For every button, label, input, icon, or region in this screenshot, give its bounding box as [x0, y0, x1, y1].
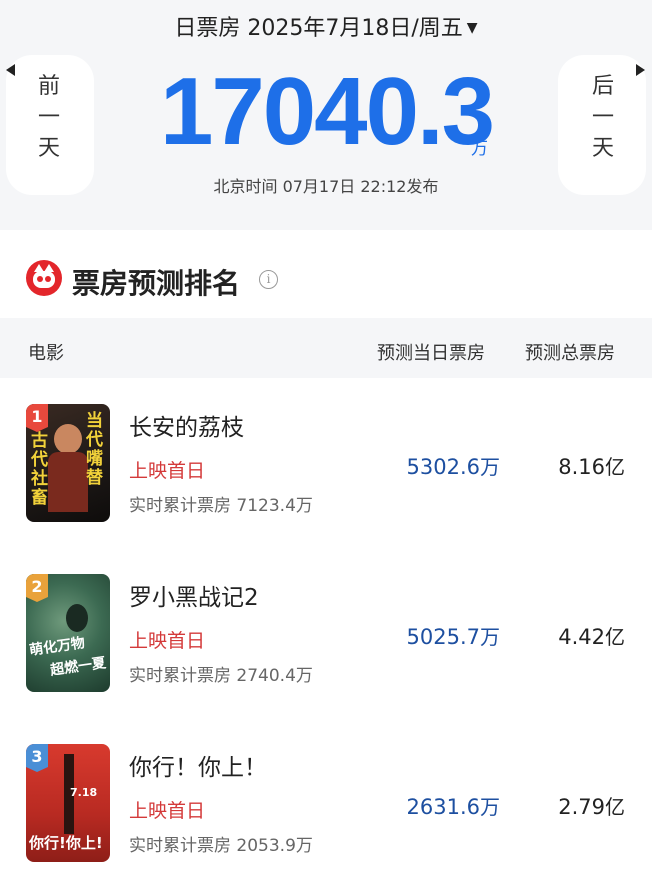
total-forecast: 4.42亿 [558, 625, 625, 649]
chevron-right-icon [636, 64, 645, 76]
movie-title: 罗小黑战记2 [129, 585, 259, 611]
today-forecast: 5025.7万 [406, 625, 500, 649]
box-office-header: 日票房 2025年7月18日/周五 ▼ 17040.3 万 北京时间 07月17日… [0, 0, 652, 212]
total-forecast: 2.79亿 [558, 795, 625, 819]
dropdown-arrow-icon: ▼ [466, 20, 478, 36]
maoyan-cat-logo-icon [26, 260, 62, 296]
forecast-section-title: 票房预测排名 i [0, 232, 652, 320]
release-status: 上映首日 [129, 630, 206, 652]
movie-poster: 萌化万物 超燃一夏 2 [26, 574, 110, 692]
today-forecast: 2631.6万 [406, 795, 500, 819]
poster-slogan-b: 古代社畜 [31, 431, 48, 508]
chevron-left-icon [6, 64, 15, 76]
cumulative-box-office: 实时累计票房 2053.9万 [129, 836, 313, 856]
movie-title: 长安的荔枝 [129, 415, 244, 441]
poster-date: 7.18 [70, 786, 98, 799]
release-status: 上映首日 [129, 800, 206, 822]
poster-title-text: 你行!你上! [29, 834, 103, 852]
date-label: 日票房 2025年7月18日/周五 [174, 16, 463, 41]
date-selector[interactable]: 日票房 2025年7月18日/周五 ▼ [0, 10, 652, 42]
rank-badge: 3 [26, 744, 48, 772]
poster-slogan-b: 超燃一夏 [49, 655, 107, 679]
rank-badge: 2 [26, 574, 48, 602]
release-status: 上映首日 [129, 460, 206, 482]
daily-box-office-unit: 万 [471, 139, 488, 159]
today-forecast: 5302.6万 [406, 455, 500, 479]
info-icon[interactable]: i [259, 270, 278, 289]
poster-slogan-a: 当代嘴替 [86, 411, 103, 488]
movie-row[interactable]: 7.18 你行!你上! 3 你行！你上！ 上映首日 实时累计票房 2053.9万… [0, 718, 652, 874]
table-header: 电影 预测当日票房 预测总票房 [0, 318, 652, 378]
movie-row[interactable]: 萌化万物 超燃一夏 2 罗小黑战记2 上映首日 实时累计票房 2740.4万 5… [0, 548, 652, 718]
movie-row[interactable]: 当代嘴替 古代社畜 1 长安的荔枝 上映首日 实时累计票房 7123.4万 53… [0, 378, 652, 548]
column-movie: 电影 [28, 343, 64, 364]
section-divider [0, 212, 652, 230]
movie-title: 你行！你上！ [129, 755, 267, 781]
rank-badge: 1 [26, 404, 48, 432]
column-total-forecast[interactable]: 预测总票房 [525, 339, 615, 365]
movie-poster: 当代嘴替 古代社畜 1 [26, 404, 110, 522]
daily-box-office-value: 17040.3 [160, 58, 495, 165]
cumulative-box-office: 实时累计票房 7123.4万 [129, 496, 313, 516]
movie-poster: 7.18 你行!你上! 3 [26, 744, 110, 862]
column-today-forecast[interactable]: 预测当日票房 [377, 339, 485, 365]
release-time: 北京时间 07月17日 22:12发布 [213, 177, 439, 196]
section-title: 票房预测排名 [72, 267, 241, 300]
cumulative-box-office: 实时累计票房 2740.4万 [129, 666, 313, 686]
total-forecast: 8.16亿 [558, 455, 625, 479]
